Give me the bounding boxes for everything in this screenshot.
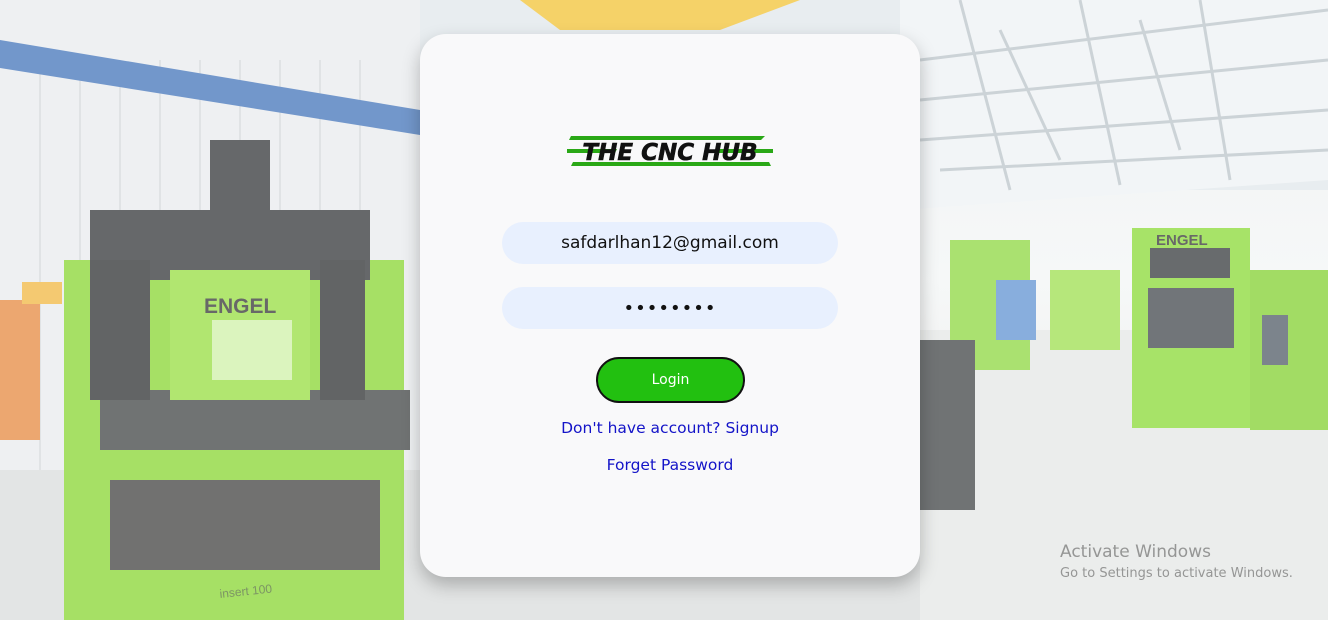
logo-text: THE CNC HUB — [582, 140, 757, 166]
activation-watermark: Activate Windows Go to Settings to activ… — [1060, 542, 1293, 581]
watermark-subtitle: Go to Settings to activate Windows. — [1060, 566, 1293, 581]
forget-password-link[interactable]: Forget Password — [420, 456, 920, 474]
login-page: ENGEL insert 100 ENGEL THE CNC HUB Login… — [0, 0, 1328, 620]
signup-link[interactable]: Don't have account? Signup — [420, 419, 920, 437]
watermark-title: Activate Windows — [1060, 542, 1211, 562]
password-field[interactable] — [502, 287, 838, 329]
email-field[interactable] — [502, 222, 838, 264]
login-button[interactable]: Login — [596, 357, 745, 403]
login-card: THE CNC HUB Login Don't have account? Si… — [420, 34, 920, 577]
cnc-hub-logo: THE CNC HUB — [567, 136, 773, 166]
